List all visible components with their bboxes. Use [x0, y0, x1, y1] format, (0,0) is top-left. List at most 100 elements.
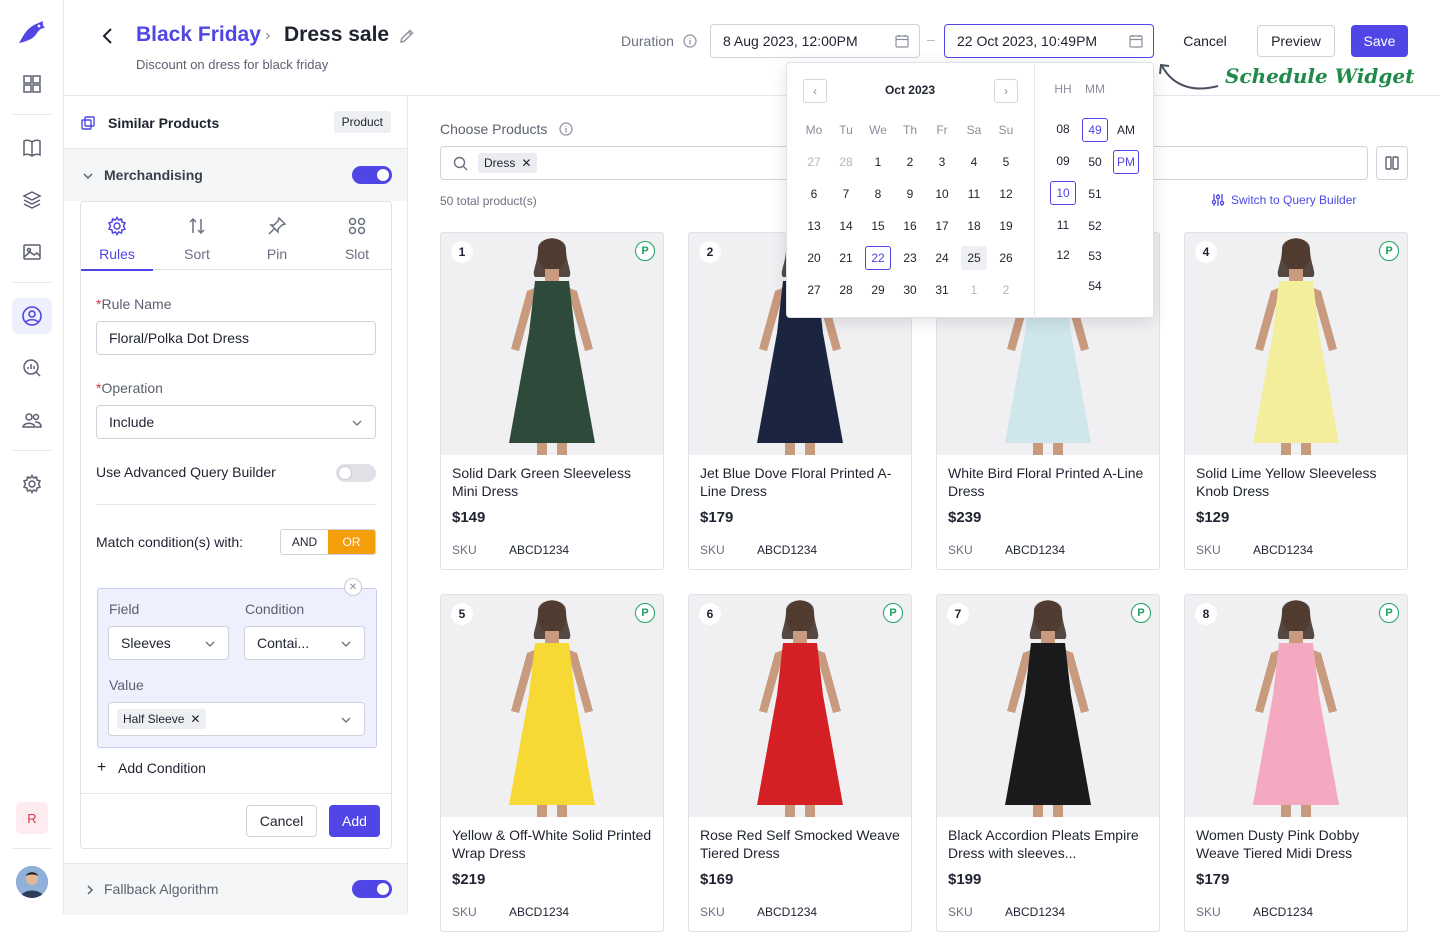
save-button[interactable]: Save: [1351, 25, 1408, 57]
calendar-day[interactable]: 30: [897, 278, 923, 302]
calendar-day[interactable]: 9: [897, 182, 923, 206]
close-icon[interactable]: ✕: [521, 156, 531, 170]
chevron-down-icon[interactable]: [82, 169, 94, 185]
book-icon[interactable]: [16, 132, 48, 164]
product-card[interactable]: 4 P Solid Lime Yellow Sleeveless Knob Dres…: [1184, 232, 1408, 570]
pinned-badge-icon[interactable]: P: [635, 241, 655, 261]
end-date-field[interactable]: 22 Oct 2023, 10:49PM: [944, 24, 1154, 58]
and-option[interactable]: AND: [281, 530, 328, 554]
edit-pencil-icon[interactable]: [398, 27, 416, 48]
pinned-badge-icon[interactable]: P: [1379, 603, 1399, 623]
layers-icon[interactable]: [16, 184, 48, 216]
tab-sort[interactable]: Sort: [161, 202, 233, 270]
pinned-badge-icon[interactable]: P: [883, 603, 903, 623]
condition-select[interactable]: Contai...: [244, 626, 365, 660]
analytics-icon[interactable]: [16, 352, 48, 384]
calendar-day[interactable]: 14: [833, 214, 859, 238]
calendar-day[interactable]: 27: [801, 278, 827, 302]
calendar-day[interactable]: 2: [897, 150, 923, 174]
minute-option[interactable]: 52: [1082, 214, 1108, 238]
hour-option[interactable]: 12: [1050, 243, 1076, 267]
minute-option[interactable]: 51: [1082, 182, 1108, 206]
rule-name-input[interactable]: Floral/Polka Dot Dress: [96, 321, 376, 355]
calendar-day[interactable]: 27: [801, 150, 827, 174]
minute-option[interactable]: 49: [1082, 118, 1108, 142]
pinned-badge-icon[interactable]: P: [635, 603, 655, 623]
calendar-day[interactable]: 22: [865, 246, 891, 270]
product-card[interactable]: 8 P Women Dusty Pink Dobby Weave Tiered Mi…: [1184, 594, 1408, 932]
ampm-option[interactable]: AM: [1113, 118, 1139, 142]
start-date-field[interactable]: 8 Aug 2023, 12:00PM: [710, 24, 920, 58]
merchandising-icon[interactable]: [12, 298, 52, 334]
calendar-day[interactable]: 28: [833, 150, 859, 174]
merchandising-toggle[interactable]: [352, 166, 392, 184]
hour-option[interactable]: 09: [1050, 149, 1076, 173]
product-card[interactable]: 6 P Rose Red Self Smocked Weave Tiered Dre…: [688, 594, 912, 932]
calendar-day[interactable]: 5: [993, 150, 1019, 174]
advanced-qb-toggle[interactable]: [336, 464, 376, 482]
switch-to-query-builder-link[interactable]: Switch to Query Builder: [1231, 193, 1356, 207]
back-arrow-icon[interactable]: [96, 24, 120, 48]
chevron-right-icon[interactable]: [84, 883, 96, 899]
operation-select[interactable]: Include: [96, 405, 376, 439]
calendar-day[interactable]: 12: [993, 182, 1019, 206]
ampm-option[interactable]: PM: [1113, 150, 1139, 174]
or-option[interactable]: OR: [328, 530, 375, 554]
preview-button[interactable]: Preview: [1257, 25, 1335, 57]
tab-pin[interactable]: Pin: [241, 202, 313, 270]
hour-option[interactable]: 08: [1050, 117, 1076, 141]
calendar-day[interactable]: 15: [865, 214, 891, 238]
minute-option[interactable]: 53: [1082, 244, 1108, 268]
logo-bird-icon[interactable]: [16, 16, 48, 48]
pinned-badge-icon[interactable]: P: [1379, 241, 1399, 261]
calendar-day[interactable]: 17: [929, 214, 955, 238]
next-month-button[interactable]: ›: [994, 79, 1018, 103]
calendar-day[interactable]: 31: [929, 278, 955, 302]
avatar[interactable]: [16, 866, 48, 898]
calendar-day[interactable]: 21: [833, 246, 859, 270]
calendar-day[interactable]: 29: [865, 278, 891, 302]
calendar-day[interactable]: 18: [961, 214, 987, 238]
tab-slot[interactable]: Slot: [321, 202, 393, 270]
tab-rules[interactable]: Rules: [81, 202, 153, 271]
calendar-day[interactable]: 23: [897, 246, 923, 270]
cancel-button[interactable]: Cancel: [1172, 25, 1238, 57]
minute-option[interactable]: 54: [1082, 274, 1108, 298]
calendar-day[interactable]: 28: [833, 278, 859, 302]
calendar-day[interactable]: 4: [961, 150, 987, 174]
product-card[interactable]: 5 P Yellow & Off-White Solid Printed Wrap …: [440, 594, 664, 932]
hour-option[interactable]: 11: [1050, 213, 1076, 237]
users-icon[interactable]: [16, 404, 48, 436]
remove-condition-icon[interactable]: ✕: [344, 578, 362, 596]
workspace-avatar[interactable]: R: [16, 802, 48, 834]
calendar-day[interactable]: 3: [929, 150, 955, 174]
calendar-day[interactable]: 25: [961, 246, 987, 270]
value-select[interactable]: Half Sleeve ✕: [108, 702, 365, 736]
cancel-button[interactable]: Cancel: [246, 805, 317, 837]
pinned-badge-icon[interactable]: P: [1131, 603, 1151, 623]
calendar-day[interactable]: 16: [897, 214, 923, 238]
calendar-day[interactable]: 1: [865, 150, 891, 174]
calendar-day[interactable]: 11: [961, 182, 987, 206]
column-layout-button[interactable]: [1376, 146, 1408, 180]
calendar-day[interactable]: 19: [993, 214, 1019, 238]
dashboard-icon[interactable]: [16, 68, 48, 100]
settings-icon[interactable]: [16, 468, 48, 500]
calendar-day[interactable]: 26: [993, 246, 1019, 270]
calendar-day[interactable]: 1: [961, 278, 987, 302]
merchandising-row[interactable]: Merchandising: [64, 149, 407, 201]
image-icon[interactable]: [16, 236, 48, 268]
product-card[interactable]: 7 P Black Accordion Pleats Empire Dress wi…: [936, 594, 1160, 932]
close-icon[interactable]: ✕: [190, 712, 200, 726]
hour-option[interactable]: 10: [1050, 181, 1076, 205]
fallback-toggle[interactable]: [352, 880, 392, 898]
calendar-day[interactable]: 2: [993, 278, 1019, 302]
field-select[interactable]: Sleeves: [108, 626, 229, 660]
fallback-algorithm-row[interactable]: Fallback Algorithm: [64, 863, 407, 915]
minute-option[interactable]: 50: [1082, 150, 1108, 174]
calendar-day[interactable]: 8: [865, 182, 891, 206]
calendar-day[interactable]: 20: [801, 246, 827, 270]
similar-products-row[interactable]: Similar Products Product: [64, 97, 407, 149]
calendar-day[interactable]: 13: [801, 214, 827, 238]
calendar-day[interactable]: 24: [929, 246, 955, 270]
